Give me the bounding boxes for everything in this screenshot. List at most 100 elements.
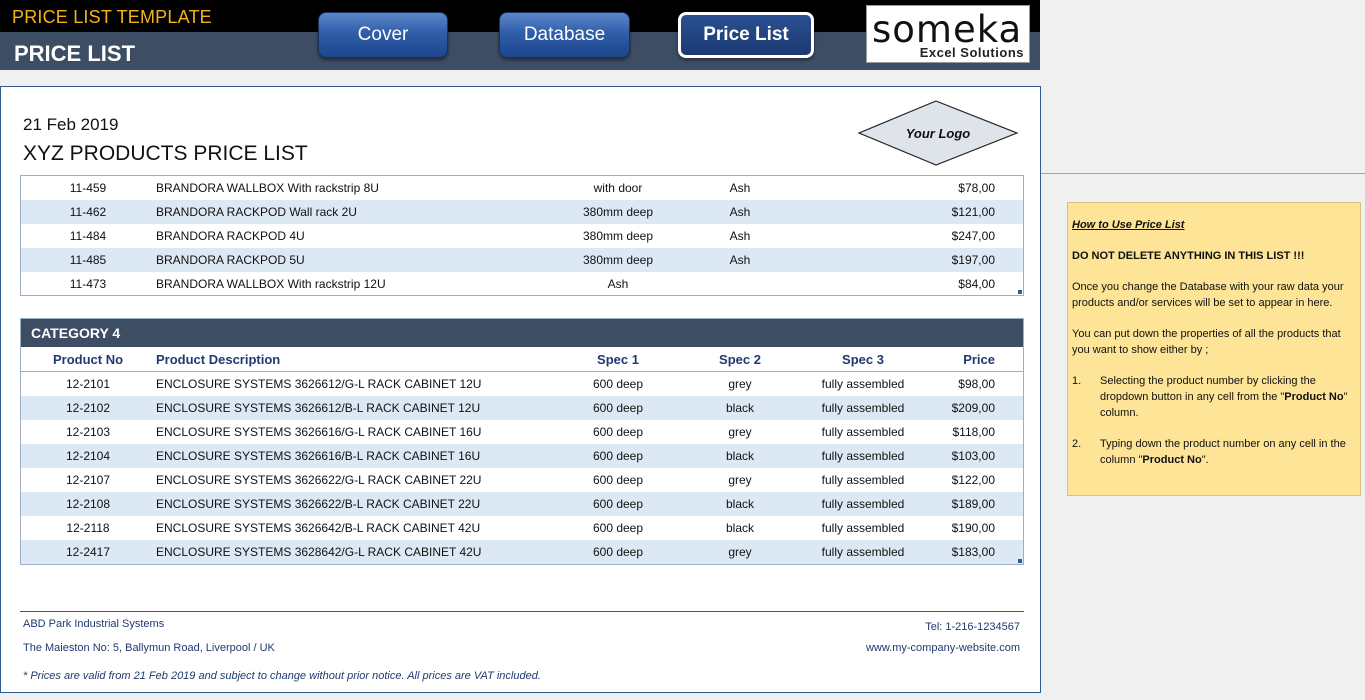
spec1-cell[interactable]: 600 deep <box>547 420 689 444</box>
footer-website[interactable]: www.my-company-website.com <box>866 642 1020 654</box>
col-header-description[interactable]: Product Description <box>156 347 280 372</box>
spec3-cell[interactable]: fully assembled <box>791 396 935 420</box>
product-no-cell[interactable]: 12-2107 <box>21 468 155 492</box>
spec3-cell[interactable]: fully assembled <box>791 492 935 516</box>
spec3-cell[interactable] <box>791 272 935 296</box>
spec2-cell[interactable]: grey <box>689 372 791 396</box>
description-cell[interactable]: BRANDORA WALLBOX With rackstrip 12U <box>156 272 386 296</box>
footer-note[interactable]: * Prices are valid from 21 Feb 2019 and … <box>23 670 541 682</box>
spec2-cell[interactable]: Ash <box>689 224 791 248</box>
spec3-cell[interactable] <box>791 176 935 200</box>
spec1-cell[interactable]: 600 deep <box>547 372 689 396</box>
col-header-price[interactable]: Price <box>963 347 995 372</box>
description-cell[interactable]: ENCLOSURE SYSTEMS 3626622/B-L RACK CABIN… <box>156 492 480 516</box>
footer-address[interactable]: The Maieston No: 5, Ballymun Road, Liver… <box>23 642 275 654</box>
spec1-cell[interactable]: 600 deep <box>547 492 689 516</box>
spec1-cell[interactable]: 600 deep <box>547 444 689 468</box>
description-cell[interactable]: ENCLOSURE SYSTEMS 3626616/G-L RACK CABIN… <box>156 420 481 444</box>
spec1-cell[interactable]: 380mm deep <box>547 224 689 248</box>
spec2-cell[interactable]: black <box>689 516 791 540</box>
your-logo-placeholder[interactable]: Your Logo <box>857 99 1019 167</box>
footer-company[interactable]: ABD Park Industrial Systems <box>23 618 164 630</box>
database-button[interactable]: Database <box>499 12 630 58</box>
description-cell[interactable]: BRANDORA RACKPOD 5U <box>156 248 305 272</box>
price-cell[interactable]: $183,00 <box>952 540 995 564</box>
product-no-cell[interactable]: 12-2101 <box>21 372 155 396</box>
price-cell[interactable]: $121,00 <box>952 200 995 224</box>
col-header-spec3[interactable]: Spec 3 <box>791 347 935 372</box>
product-no-cell[interactable]: 11-462 <box>21 200 155 224</box>
col-header-spec1[interactable]: Spec 1 <box>547 347 689 372</box>
spec2-cell[interactable]: black <box>689 396 791 420</box>
product-no-cell[interactable]: 12-2103 <box>21 420 155 444</box>
description-cell[interactable]: ENCLOSURE SYSTEMS 3626612/G-L RACK CABIN… <box>156 372 481 396</box>
price-cell[interactable]: $103,00 <box>952 444 995 468</box>
price-cell[interactable]: $122,00 <box>952 468 995 492</box>
document-title[interactable]: XYZ PRODUCTS PRICE LIST <box>23 142 308 166</box>
price-list-button[interactable]: Price List <box>678 12 814 58</box>
spec1-cell[interactable]: 600 deep <box>547 540 689 564</box>
col-header-spec2[interactable]: Spec 2 <box>689 347 791 372</box>
price-cell[interactable]: $98,00 <box>958 372 995 396</box>
price-cell[interactable]: $247,00 <box>952 224 995 248</box>
spec3-cell[interactable]: fully assembled <box>791 540 935 564</box>
spec3-cell[interactable]: fully assembled <box>791 444 935 468</box>
product-no-cell[interactable]: 12-2102 <box>21 396 155 420</box>
spec3-cell[interactable] <box>791 200 935 224</box>
price-cell[interactable]: $190,00 <box>952 516 995 540</box>
product-no-cell[interactable]: 11-484 <box>21 224 155 248</box>
spec3-cell[interactable]: fully assembled <box>791 468 935 492</box>
document-date[interactable]: 21 Feb 2019 <box>23 115 118 135</box>
spec1-cell[interactable]: 600 deep <box>547 468 689 492</box>
spec3-cell[interactable]: fully assembled <box>791 420 935 444</box>
product-no-cell[interactable]: 12-2108 <box>21 492 155 516</box>
spec2-cell[interactable]: black <box>689 444 791 468</box>
description-cell[interactable]: BRANDORA WALLBOX With rackstrip 8U <box>156 176 379 200</box>
spec3-cell[interactable]: fully assembled <box>791 372 935 396</box>
product-no-cell[interactable]: 12-2118 <box>21 516 155 540</box>
spec1-cell[interactable]: 380mm deep <box>547 248 689 272</box>
description-cell[interactable]: ENCLOSURE SYSTEMS 3626642/B-L RACK CABIN… <box>156 516 480 540</box>
spec3-cell[interactable]: fully assembled <box>791 516 935 540</box>
description-cell[interactable]: BRANDORA RACKPOD 4U <box>156 224 305 248</box>
description-cell[interactable]: ENCLOSURE SYSTEMS 3626612/B-L RACK CABIN… <box>156 396 480 420</box>
price-cell[interactable]: $189,00 <box>952 492 995 516</box>
price-cell[interactable]: $209,00 <box>952 396 995 420</box>
spec2-cell[interactable]: grey <box>689 540 791 564</box>
spec2-cell[interactable]: Ash <box>689 200 791 224</box>
table-resize-handle[interactable] <box>1018 290 1022 294</box>
someka-logo[interactable]: someka Excel Solutions <box>866 5 1030 63</box>
footer-tel[interactable]: Tel: 1-216-1234567 <box>925 621 1020 633</box>
spec2-cell[interactable]: Ash <box>689 176 791 200</box>
spec1-cell[interactable]: 600 deep <box>547 516 689 540</box>
price-cell[interactable]: $197,00 <box>952 248 995 272</box>
product-no-cell[interactable]: 11-485 <box>21 248 155 272</box>
spec2-cell[interactable]: Ash <box>689 248 791 272</box>
description-cell[interactable]: ENCLOSURE SYSTEMS 3628642/G-L RACK CABIN… <box>156 540 481 564</box>
spec2-cell[interactable]: black <box>689 492 791 516</box>
product-no-cell[interactable]: 11-473 <box>21 272 155 296</box>
product-no-cell[interactable]: 11-459 <box>21 176 155 200</box>
spec2-cell[interactable]: grey <box>689 468 791 492</box>
description-cell[interactable]: ENCLOSURE SYSTEMS 3626616/B-L RACK CABIN… <box>156 444 480 468</box>
table-resize-handle[interactable] <box>1018 559 1022 563</box>
spec3-cell[interactable] <box>791 248 935 272</box>
howto-title: How to Use Price List <box>1072 219 1185 231</box>
description-cell[interactable]: ENCLOSURE SYSTEMS 3626622/G-L RACK CABIN… <box>156 468 481 492</box>
col-header-product-no[interactable]: Product No <box>21 347 155 372</box>
how-to-use-note[interactable]: How to Use Price List DO NOT DELETE ANYT… <box>1067 202 1361 496</box>
price-cell[interactable]: $84,00 <box>958 272 995 296</box>
price-cell[interactable]: $78,00 <box>958 176 995 200</box>
cover-button[interactable]: Cover <box>318 12 448 58</box>
spec2-cell[interactable]: grey <box>689 420 791 444</box>
spec1-cell[interactable]: Ash <box>547 272 689 296</box>
spec1-cell[interactable]: 600 deep <box>547 396 689 420</box>
description-cell[interactable]: BRANDORA RACKPOD Wall rack 2U <box>156 200 357 224</box>
spec1-cell[interactable]: 380mm deep <box>547 200 689 224</box>
spec1-cell[interactable]: with door <box>547 176 689 200</box>
spec3-cell[interactable] <box>791 224 935 248</box>
spec2-cell[interactable] <box>689 272 791 296</box>
product-no-cell[interactable]: 12-2417 <box>21 540 155 564</box>
price-cell[interactable]: $118,00 <box>953 420 996 444</box>
product-no-cell[interactable]: 12-2104 <box>21 444 155 468</box>
